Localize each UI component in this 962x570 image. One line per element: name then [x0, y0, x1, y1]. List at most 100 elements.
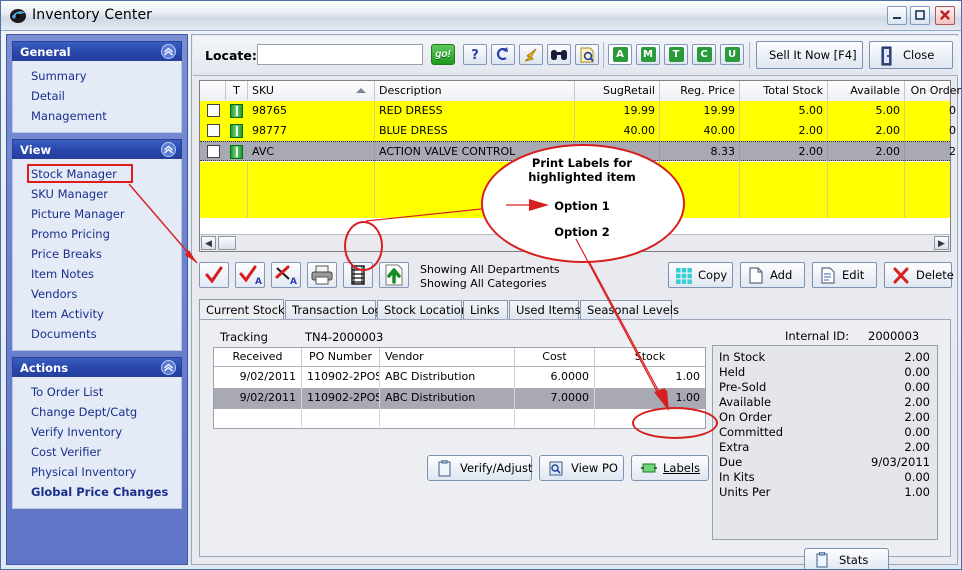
detail-col-stock[interactable]: Stock — [595, 348, 705, 367]
print-icon[interactable] — [307, 262, 337, 288]
minimize-button[interactable] — [887, 6, 907, 25]
tab-used-items[interactable]: Used Items — [509, 300, 581, 319]
detail-row-selected[interactable]: 9/02/2011 110902-2POS ABC Distribution 7… — [214, 388, 705, 409]
sidebar-item-management[interactable]: Management — [13, 106, 181, 126]
sidebar-item-change-dept-catg[interactable]: Change Dept/Catg — [13, 402, 181, 422]
check-all-icon[interactable]: A — [235, 262, 265, 288]
sidebar-item-picture-manager[interactable]: Picture Manager — [13, 204, 181, 224]
table-row[interactable]: 98777 BLUE DRESS 40.00 40.00 2.00 2.00 0 — [200, 121, 956, 141]
labels-button[interactable]: Labels — [631, 455, 709, 481]
chevron-up-icon[interactable] — [161, 142, 176, 157]
scroll-right-button[interactable]: ▶ — [934, 236, 949, 250]
sidebar-item-summary[interactable]: Summary — [13, 66, 181, 86]
detail-col-cost[interactable]: Cost — [515, 348, 595, 367]
sidebar-item-detail[interactable]: Detail — [13, 86, 181, 106]
cell-totalstock: 5.00 — [740, 101, 828, 121]
grid-col-description[interactable]: Description — [375, 81, 575, 100]
tab-transaction-log[interactable]: Transaction Log — [285, 300, 382, 319]
sidebar-item-stock-manager[interactable]: Stock Manager — [13, 164, 181, 184]
sidebar-item-vendors[interactable]: Vendors — [13, 284, 181, 304]
tab-seasonal-levels[interactable]: Seasonal Levels — [580, 300, 679, 319]
jump-icon[interactable] — [519, 44, 543, 65]
tab-links[interactable]: Links — [463, 300, 508, 319]
scroll-left-button[interactable]: ◀ — [201, 236, 216, 250]
filter-t-label: T — [668, 47, 684, 62]
grid-col-sugretail[interactable]: SugRetail — [575, 81, 660, 100]
sidebar-item-global-price-changes[interactable]: Global Price Changes — [13, 482, 181, 502]
tab-current-stock[interactable]: Current Stock — [199, 299, 285, 320]
cell-sku: AVC — [248, 142, 375, 162]
detail-col-vendor[interactable]: Vendor — [380, 348, 515, 367]
callout-title-line1: Print Labels for — [531, 156, 633, 170]
table-row[interactable]: 98765 RED DRESS 19.99 19.99 5.00 5.00 0 — [200, 101, 956, 121]
page-edit-icon — [821, 267, 835, 287]
row-checkbox[interactable] — [207, 104, 220, 117]
sidebar-item-cost-verifier[interactable]: Cost Verifier — [13, 442, 181, 462]
labels-label: Labels — [663, 461, 701, 475]
stat-row: Extra 2.00 — [713, 440, 937, 455]
cell-regprice: 19.99 — [660, 101, 740, 121]
sidebar-item-to-order-list[interactable]: To Order List — [13, 382, 181, 402]
grid-col-available[interactable]: Available — [828, 81, 905, 100]
filter-m-button[interactable]: M — [636, 44, 660, 65]
grid-col-regprice[interactable]: Reg. Price — [660, 81, 740, 100]
close-button[interactable] — [935, 6, 955, 25]
chevron-up-icon[interactable] — [161, 360, 176, 375]
grid-col-sku[interactable]: SKU — [248, 81, 375, 100]
maximize-button[interactable] — [910, 6, 930, 25]
stats-button[interactable]: Stats — [804, 548, 889, 569]
sidebar-item-item-notes[interactable]: Item Notes — [13, 264, 181, 284]
grid-col-onorder[interactable]: On Order — [905, 81, 961, 100]
copy-icon — [676, 268, 692, 287]
sidebar-group-header-general[interactable]: General — [12, 41, 182, 61]
stat-row: Pre-Sold 0.00 — [713, 380, 937, 395]
sell-it-now-button[interactable]: Sell It Now [F4] — [756, 41, 863, 69]
cell-onorder: 2 — [949, 145, 956, 158]
filter-c-button[interactable]: C — [692, 44, 716, 65]
delete-label: Delete — [916, 268, 954, 282]
tab-stock-location[interactable]: Stock Location — [377, 300, 468, 319]
grid-col-totalstock[interactable]: Total Stock — [740, 81, 828, 100]
sidebar-item-price-breaks[interactable]: Price Breaks — [13, 244, 181, 264]
check-icon[interactable] — [199, 262, 229, 288]
detail-col-received[interactable]: Received — [214, 348, 302, 367]
detail-row[interactable]: 9/02/2011 110902-2POS ABC Distribution 6… — [214, 367, 705, 388]
help-icon[interactable]: ? — [463, 44, 487, 65]
cell-sugretail: 40.00 — [575, 121, 660, 141]
sidebar-item-promo-pricing[interactable]: Promo Pricing — [13, 224, 181, 244]
row-checkbox[interactable] — [207, 124, 220, 137]
detail-col-po[interactable]: PO Number — [302, 348, 380, 367]
view-po-button[interactable]: View PO — [539, 455, 624, 481]
sidebar-item-documents[interactable]: Documents — [13, 324, 181, 344]
sidebar-item-physical-inventory[interactable]: Physical Inventory — [13, 462, 181, 482]
uncheck-all-icon[interactable]: A — [271, 262, 301, 288]
filter-u-button[interactable]: U — [720, 44, 744, 65]
locate-input[interactable] — [257, 44, 423, 65]
filter-t-button[interactable]: T — [664, 44, 688, 65]
row-checkbox[interactable] — [207, 145, 220, 158]
app-icon — [9, 7, 27, 25]
copy-button[interactable]: Copy — [668, 262, 733, 288]
sidebar-item-verify-inventory[interactable]: Verify Inventory — [13, 422, 181, 442]
preview-icon[interactable] — [575, 44, 599, 65]
sidebar-item-item-activity[interactable]: Item Activity — [13, 304, 181, 324]
verify-adjust-button[interactable]: Verify/Adjust — [427, 455, 532, 481]
refresh-icon[interactable] — [491, 44, 515, 65]
filter-all-button[interactable]: A — [608, 44, 632, 65]
detail-row-empty[interactable] — [214, 409, 705, 430]
go-button[interactable]: go! — [431, 44, 455, 65]
close-window-button[interactable]: Close — [869, 41, 953, 69]
add-button[interactable]: Add — [740, 262, 805, 288]
chevron-up-icon[interactable] — [161, 44, 176, 59]
sidebar-item-sku-manager[interactable]: SKU Manager — [13, 184, 181, 204]
scroll-thumb[interactable] — [218, 236, 236, 250]
export-up-icon[interactable] — [379, 262, 409, 288]
binoculars-icon[interactable] — [547, 44, 571, 65]
sidebar-group-header-actions[interactable]: Actions — [12, 357, 182, 377]
stat-key: Pre-Sold — [719, 380, 767, 394]
filter-all-label: A — [612, 47, 628, 62]
sidebar-group-header-view[interactable]: View — [12, 139, 182, 159]
grid-col-t[interactable]: T — [226, 81, 248, 100]
edit-button[interactable]: Edit — [812, 262, 877, 288]
delete-button[interactable]: Delete — [884, 262, 954, 288]
